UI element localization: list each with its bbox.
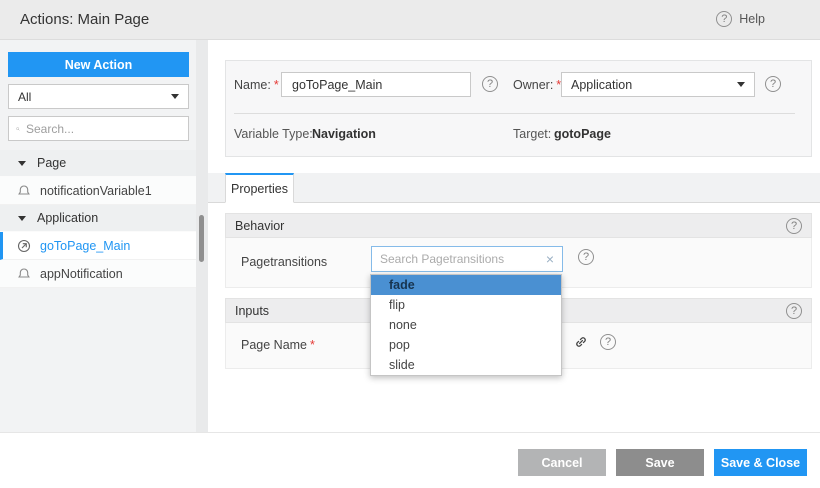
- collapse-caret-icon: [18, 161, 26, 166]
- inputs-help-icon[interactable]: [786, 303, 802, 319]
- pagetransitions-combobox[interactable]: [371, 246, 563, 272]
- dropdown-option-pop[interactable]: pop: [371, 335, 561, 355]
- help-label: Help: [739, 12, 765, 26]
- cancel-button[interactable]: Cancel: [518, 449, 606, 476]
- save-button[interactable]: Save: [616, 449, 704, 476]
- name-help-icon[interactable]: [482, 76, 498, 92]
- target-value: gotoPage: [554, 127, 611, 141]
- action-summary-panel: Name:* Owner:* Application Variable Type…: [225, 60, 812, 157]
- search-icon: [16, 122, 20, 136]
- behavior-help-icon[interactable]: [786, 218, 802, 234]
- save-and-close-button[interactable]: Save & Close: [714, 449, 807, 476]
- pagetransitions-help-icon[interactable]: [578, 249, 594, 265]
- dialog-footer: Cancel Save Save & Close: [0, 432, 820, 488]
- behavior-section-header: Behavior: [225, 213, 812, 238]
- dropdown-option-slide[interactable]: slide: [371, 355, 561, 375]
- collapse-caret-icon: [18, 216, 26, 221]
- help-icon: [716, 11, 732, 27]
- name-label: Name:*: [234, 78, 279, 92]
- filter-select[interactable]: All: [8, 84, 189, 109]
- behavior-title: Behavior: [235, 219, 284, 233]
- chevron-down-icon: [737, 82, 745, 87]
- goto-page-icon: [17, 239, 31, 253]
- tree-group-label: Page: [37, 156, 66, 170]
- search-input[interactable]: [26, 122, 181, 136]
- pagetransitions-search-input[interactable]: [380, 252, 546, 266]
- tree-group-label: Application: [37, 211, 98, 225]
- filter-value: All: [18, 90, 31, 104]
- dialog-header: Actions: Main Page Help: [0, 0, 820, 40]
- sidebar-search[interactable]: [8, 116, 189, 141]
- required-marker: *: [310, 338, 315, 352]
- chevron-down-icon: [171, 94, 179, 99]
- tree-item-gotopage-main[interactable]: goToPage_Main: [0, 232, 196, 260]
- notification-icon: [17, 184, 31, 198]
- notification-icon: [17, 267, 31, 281]
- sidebar-scrollbar[interactable]: [196, 40, 208, 432]
- actions-sidebar: New Action All Page notificationVariable…: [0, 40, 196, 432]
- dropdown-option-none[interactable]: none: [371, 315, 561, 335]
- clear-icon[interactable]: [546, 252, 554, 266]
- inputs-title: Inputs: [235, 304, 269, 318]
- tree-group-application[interactable]: Application: [0, 205, 196, 232]
- tree-item-notificationvariable1[interactable]: notificationVariable1: [0, 177, 196, 205]
- owner-label: Owner:*: [513, 78, 561, 92]
- page-name-help-icon[interactable]: [600, 334, 616, 350]
- new-action-button[interactable]: New Action: [8, 52, 189, 77]
- tab-properties[interactable]: Properties: [225, 173, 294, 203]
- owner-help-icon[interactable]: [765, 76, 781, 92]
- actions-tree: Page notificationVariable1 Application g…: [0, 150, 196, 288]
- tree-item-label: goToPage_Main: [40, 239, 130, 253]
- target-label: Target:: [513, 127, 551, 141]
- name-field[interactable]: [281, 72, 471, 97]
- variable-type-label: Variable Type:: [234, 127, 313, 141]
- tree-item-appnotification[interactable]: appNotification: [0, 260, 196, 288]
- tree-item-label: appNotification: [40, 267, 123, 281]
- dropdown-option-flip[interactable]: flip: [371, 295, 561, 315]
- required-marker: *: [274, 78, 279, 92]
- link-binding-icon[interactable]: [573, 334, 589, 350]
- pagetransitions-dropdown: fade flip none pop slide: [370, 274, 562, 376]
- scrollbar-thumb[interactable]: [199, 215, 204, 262]
- panel-divider: [234, 113, 795, 114]
- tree-item-label: notificationVariable1: [40, 184, 152, 198]
- tab-bar: Properties: [208, 173, 820, 203]
- owner-select[interactable]: Application: [561, 72, 755, 97]
- owner-value: Application: [571, 78, 632, 92]
- variable-type-value: Navigation: [312, 127, 376, 141]
- page-name-label: Page Name*: [241, 338, 315, 352]
- help-button[interactable]: Help: [716, 11, 765, 27]
- dropdown-option-fade[interactable]: fade: [371, 275, 561, 295]
- page-title: Actions: Main Page: [20, 11, 149, 28]
- tree-group-page[interactable]: Page: [0, 150, 196, 177]
- pagetransitions-label: Pagetransitions: [241, 255, 327, 269]
